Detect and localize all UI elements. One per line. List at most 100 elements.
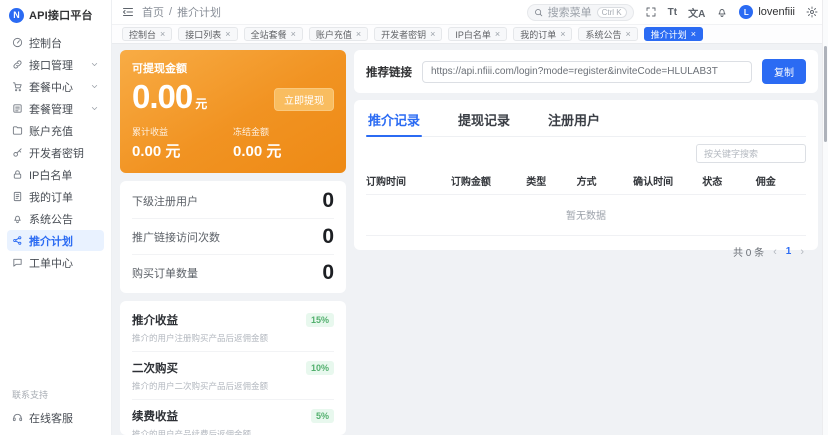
scrollbar-thumb[interactable] [824, 46, 827, 142]
close-icon[interactable]: × [160, 30, 165, 39]
close-icon[interactable]: × [495, 30, 500, 39]
menu-search[interactable]: 搜索菜单 Ctrl K [527, 4, 634, 21]
collapse-sidebar-icon[interactable] [122, 6, 134, 18]
close-icon[interactable]: × [625, 30, 630, 39]
main-area: 首页 / 推介计划 搜索菜单 Ctrl K Tt 文A L lovenfiii … [112, 0, 828, 435]
app-logo[interactable]: N API接口平台 [7, 6, 104, 32]
frozen-amount: 冻结金额 0.00 元 [233, 125, 334, 161]
avatar: L [739, 5, 753, 19]
sidebar-item-dashboard[interactable]: 控制台 [7, 32, 104, 53]
counter-registered-users: 下级注册用户 0 [132, 183, 334, 219]
sidebar-item-api-manage[interactable]: 接口管理 [7, 54, 104, 75]
sidebar-item-recharge[interactable]: 账户充值 [7, 120, 104, 141]
sidebar-item-package-center[interactable]: 套餐中心 [7, 76, 104, 97]
total-earnings: 累计收益 0.00 元 [132, 125, 233, 161]
sidebar-item-referral-plan[interactable]: 推介计划 [7, 230, 104, 251]
close-icon[interactable]: × [291, 30, 296, 39]
records-card: 推介记录 提现记录 注册用户 订购时间 订购金额 类型 方式 确认时间 状态 佣… [354, 100, 818, 250]
close-icon[interactable]: × [430, 30, 435, 39]
bell-icon [12, 213, 23, 224]
tab-ip-whitelist[interactable]: IP白名单× [448, 27, 507, 41]
lock-icon [12, 169, 23, 180]
sidebar-item-label: 系统公告 [29, 211, 73, 227]
left-column: 可提现金额 0.00 元 立即提现 累计收益 0.00 元 冻结金额 0.00 … [120, 50, 346, 435]
tab-console[interactable]: 控制台× [122, 27, 172, 41]
sidebar-item-online-support[interactable]: 在线客服 [7, 407, 104, 428]
tab-label: 我的订单 [520, 28, 556, 41]
tab-registered-users[interactable]: 注册用户 [546, 108, 602, 136]
page-content: 可提现金额 0.00 元 立即提现 累计收益 0.00 元 冻结金额 0.00 … [112, 44, 828, 435]
fullscreen-icon[interactable] [645, 6, 657, 18]
tab-api-list[interactable]: 接口列表× [178, 27, 237, 41]
tab-referral-records[interactable]: 推介记录 [366, 108, 422, 136]
page-scrollbar[interactable] [822, 0, 828, 435]
share-icon [12, 235, 23, 246]
breadcrumb-current: 推介计划 [177, 4, 221, 20]
top-bar-tools: 搜索菜单 Ctrl K Tt 文A L lovenfiii [527, 4, 818, 21]
counter-purchase-orders: 购买订单数量 0 [132, 255, 334, 291]
sidebar-item-tickets[interactable]: 工单中心 [7, 252, 104, 273]
prev-page-icon[interactable]: ‹ [773, 246, 777, 258]
commission-title: 二次购买 [132, 360, 306, 376]
tab-label: 系统公告 [585, 28, 621, 41]
tab-referral-plan[interactable]: 推介计划× [644, 27, 703, 41]
sidebar-item-label: 接口管理 [29, 57, 73, 73]
sidebar-footer: 联系支持 在线客服 [7, 388, 104, 429]
commission-desc: 推介的用户注册购买产品后返佣金额 [132, 332, 306, 344]
user-menu[interactable]: L lovenfiii [739, 5, 795, 19]
keyword-search-input[interactable] [696, 144, 806, 163]
wallet-card: 可提现金额 0.00 元 立即提现 累计收益 0.00 元 冻结金额 0.00 … [120, 50, 346, 173]
tab-site-packages[interactable]: 全站套餐 × [244, 27, 303, 41]
sidebar-item-developer-keys[interactable]: 开发者密钥 [7, 142, 104, 163]
top-bar: 首页 / 推介计划 搜索菜单 Ctrl K Tt 文A L lovenfiii [112, 0, 828, 24]
sidebar-item-ip-whitelist[interactable]: IP白名单 [7, 164, 104, 185]
folder-icon [12, 125, 23, 136]
close-icon[interactable]: × [560, 30, 565, 39]
copy-button[interactable]: 复制 [762, 59, 806, 84]
close-icon[interactable]: × [691, 30, 696, 39]
tab-announcements[interactable]: 系统公告 × [578, 27, 637, 41]
menu-search-placeholder: 搜索菜单 [548, 4, 592, 20]
gear-icon[interactable] [806, 6, 818, 18]
tab-label: 全站套餐 [251, 28, 287, 41]
support-section-label: 联系支持 [7, 388, 104, 407]
tab-developer-keys[interactable]: 开发者密钥× [374, 27, 442, 41]
close-icon[interactable]: × [356, 30, 361, 39]
list-icon [12, 103, 23, 114]
chevron-down-icon [90, 104, 99, 113]
app-title: API接口平台 [29, 7, 93, 23]
column-commission: 佣金 [756, 173, 806, 188]
font-size-icon[interactable]: Tt [668, 7, 677, 18]
sidebar-item-announcements[interactable]: 系统公告 [7, 208, 104, 229]
breadcrumb-separator: / [169, 6, 172, 18]
withdraw-button[interactable]: 立即提现 [274, 88, 334, 111]
frozen-amount-label: 冻结金额 [233, 125, 334, 138]
currency-unit: 元 [195, 95, 207, 112]
column-status: 状态 [702, 173, 755, 188]
tab-withdraw-records[interactable]: 提现记录 [456, 108, 512, 136]
document-icon [12, 191, 23, 202]
sidebar-item-label: 我的订单 [29, 189, 73, 205]
rate-badge: 10% [306, 361, 334, 375]
tab-my-orders[interactable]: 我的订单 × [513, 27, 572, 41]
open-tabs-bar: 控制台× 接口列表× 全站套餐 × 账户充值× 开发者密钥× IP白名单× 我的订… [112, 24, 828, 44]
close-icon[interactable]: × [225, 30, 230, 39]
sidebar-item-label: 账户充值 [29, 123, 73, 139]
counter-label: 推广链接访问次数 [132, 229, 220, 245]
translate-icon[interactable]: 文A [688, 5, 705, 20]
table-header-row: 订购时间 订购金额 类型 方式 确认时间 状态 佣金 [366, 169, 806, 195]
cart-icon [12, 81, 23, 92]
sidebar-item-my-orders[interactable]: 我的订单 [7, 186, 104, 207]
sidebar-item-label: 开发者密钥 [29, 145, 84, 161]
notifications-bell-icon[interactable] [716, 6, 728, 18]
breadcrumb-home[interactable]: 首页 [142, 4, 164, 20]
commission-referral: 推介收益 推介的用户注册购买产品后返佣金额 15% [132, 304, 334, 352]
page-number[interactable]: 1 [786, 246, 792, 257]
search-icon [534, 8, 543, 17]
next-page-icon[interactable]: › [800, 246, 804, 258]
referral-link-input[interactable] [422, 61, 752, 83]
tab-recharge[interactable]: 账户充值× [309, 27, 368, 41]
sidebar-item-package-manage[interactable]: 套餐管理 [7, 98, 104, 119]
total-earnings-value: 0.00 元 [132, 140, 233, 161]
commission-title: 续费收益 [132, 408, 311, 424]
